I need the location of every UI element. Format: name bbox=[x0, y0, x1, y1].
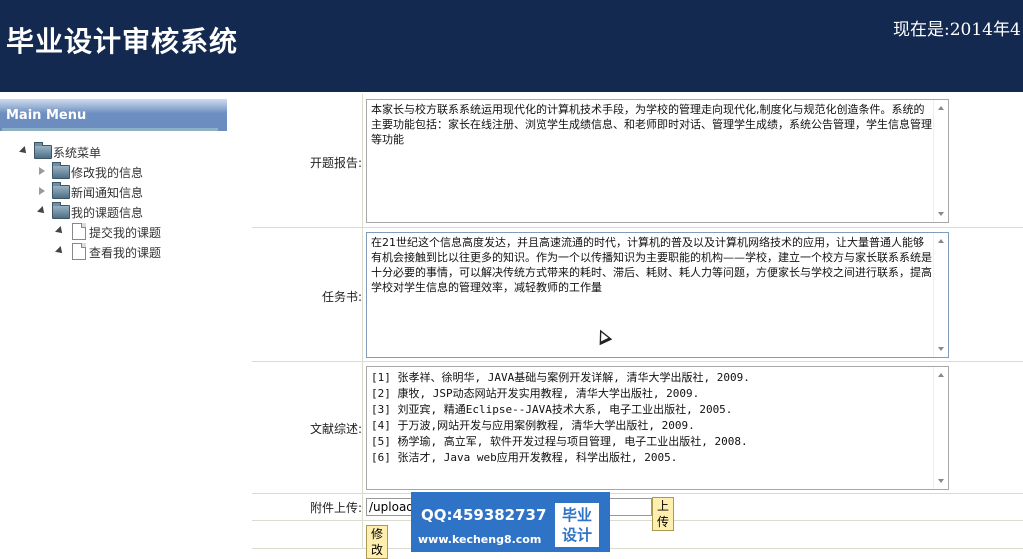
current-time-text: 现在是:2014年4 bbox=[893, 20, 1021, 40]
watermark-badge: 毕业 设计 bbox=[555, 503, 599, 547]
opening-report-label: 开题报告: bbox=[309, 156, 362, 170]
actions-row: 修改 bbox=[252, 521, 1023, 559]
sidebar: Main Menu 系统菜单 修改我的信息 新闻通知信息 我的课题信息 提交我的… bbox=[0, 92, 229, 559]
topic-form: 开题报告: 本家长与校方联系系统运用现代化的计算机技术手段，为学校的管理走向现代… bbox=[252, 94, 1023, 559]
watermark-url: www.kecheng8.com bbox=[418, 533, 542, 546]
folder-icon bbox=[34, 142, 52, 159]
document-icon bbox=[72, 243, 86, 260]
opening-report-textarea[interactable]: 本家长与校方联系系统运用现代化的计算机技术手段，为学校的管理走向现代化,制度化与… bbox=[366, 99, 949, 223]
folder-icon bbox=[52, 202, 70, 219]
tree-item-label[interactable]: 查看我的课题 bbox=[89, 244, 161, 261]
task-book-text: 在21世纪这个信息高度发达，并且高速流通的时代，计算机的普及以及计算机网络技术的… bbox=[371, 236, 932, 294]
opening-report-row: 开题报告: 本家长与校方联系系统运用现代化的计算机技术手段，为学校的管理走向现代… bbox=[252, 94, 1023, 228]
app-header: 毕业设计审核系统 现在是:2014年4 bbox=[0, 0, 1023, 92]
watermark-qq: QQ:459382737 bbox=[421, 506, 547, 524]
attachment-label: 附件上传: bbox=[309, 501, 362, 515]
task-book-label: 任务书: bbox=[321, 290, 362, 304]
reference-line: [6] 张洁才, Java web应用开发教程, 科学出版社, 2005. bbox=[371, 451, 678, 464]
document-icon bbox=[72, 223, 86, 240]
app-title: 毕业设计审核系统 bbox=[6, 25, 239, 58]
literature-review-textarea[interactable]: [1] 张孝祥、徐明华, JAVA基础与案例开发详解, 清华大学出版社, 200… bbox=[366, 366, 949, 490]
modify-button[interactable]: 修改 bbox=[366, 525, 389, 559]
main-menu-title: Main Menu bbox=[6, 108, 87, 123]
task-book-row: 任务书: 在21世纪这个信息高度发达，并且高速流通的时代，计算机的普及以及计算机… bbox=[252, 228, 1023, 362]
literature-review-label: 文献综述: bbox=[309, 422, 362, 436]
watermark-overlay: QQ:459382737 www.kecheng8.com 毕业 设计 bbox=[411, 492, 610, 552]
scroll-down-icon[interactable] bbox=[938, 212, 944, 216]
expanded-arrow-icon[interactable] bbox=[37, 206, 47, 216]
collapsed-arrow-icon[interactable] bbox=[39, 187, 45, 195]
watermark-badge-line: 毕业 bbox=[561, 506, 592, 524]
scroll-down-icon[interactable] bbox=[938, 479, 944, 483]
folder-icon bbox=[52, 182, 70, 199]
actions-cell: 修改 bbox=[362, 521, 389, 559]
scroll-down-icon[interactable] bbox=[938, 347, 944, 351]
tree-item-label[interactable]: 提交我的课题 bbox=[89, 224, 161, 241]
scroll-up-icon[interactable] bbox=[938, 239, 944, 243]
expanded-arrow-icon bbox=[55, 246, 65, 256]
folder-icon bbox=[52, 162, 70, 179]
collapsed-arrow-icon[interactable] bbox=[39, 167, 45, 175]
menu-header-divider bbox=[2, 128, 218, 131]
literature-review-row: 文献综述: [1] 张孝祥、徐明华, JAVA基础与案例开发详解, 清华大学出版… bbox=[252, 362, 1023, 494]
textarea-scrollbar[interactable] bbox=[933, 233, 948, 357]
expanded-arrow-icon[interactable] bbox=[19, 146, 29, 156]
task-book-cell: 在21世纪这个信息高度发达，并且高速流通的时代，计算机的普及以及计算机网络技术的… bbox=[362, 228, 949, 361]
textarea-scrollbar[interactable] bbox=[933, 100, 948, 222]
reference-line: [1] 张孝祥、徐明华, JAVA基础与案例开发详解, 清华大学出版社, 200… bbox=[371, 371, 750, 384]
main-menu-header: Main Menu bbox=[0, 99, 227, 131]
tree-root-label[interactable]: 系统菜单 bbox=[53, 144, 101, 161]
scroll-up-icon[interactable] bbox=[938, 373, 944, 377]
reference-line: [3] 刘亚宾, 精通Eclipse--JAVA技术大系, 电子工业出版社, 2… bbox=[371, 403, 733, 416]
reference-line: [4] 于万波,网站开发与应用案例教程, 清华大学出版社, 2009. bbox=[371, 419, 695, 432]
watermark-badge-line: 设计 bbox=[561, 526, 592, 544]
tree-item-label[interactable]: 新闻通知信息 bbox=[71, 184, 143, 201]
scroll-up-icon[interactable] bbox=[938, 106, 944, 110]
task-book-textarea[interactable]: 在21世纪这个信息高度发达，并且高速流通的时代，计算机的普及以及计算机网络技术的… bbox=[366, 232, 949, 358]
attachment-row: 附件上传: /upload/ 上传 bbox=[252, 494, 1023, 531]
literature-review-cell: [1] 张孝祥、徐明华, JAVA基础与案例开发详解, 清华大学出版社, 200… bbox=[362, 362, 949, 493]
tree-item-label[interactable]: 修改我的信息 bbox=[71, 164, 143, 181]
opening-report-text: 本家长与校方联系系统运用现代化的计算机技术手段，为学校的管理走向现代化,制度化与… bbox=[371, 103, 932, 146]
attachment-cell: /upload/ 上传 bbox=[362, 494, 675, 531]
reference-line: [5] 杨学瑜, 高立军, 软件开发过程与项目管理, 电子工业出版社, 2008… bbox=[371, 435, 748, 448]
opening-report-cell: 本家长与校方联系系统运用现代化的计算机技术手段，为学校的管理走向现代化,制度化与… bbox=[362, 94, 949, 227]
expanded-arrow-icon bbox=[55, 226, 65, 236]
reference-line: [2] 康牧, JSP动态网站开发实用教程, 清华大学出版社, 2009. bbox=[371, 387, 700, 400]
textarea-scrollbar[interactable] bbox=[933, 367, 948, 489]
tree-item-label[interactable]: 我的课题信息 bbox=[71, 204, 143, 221]
